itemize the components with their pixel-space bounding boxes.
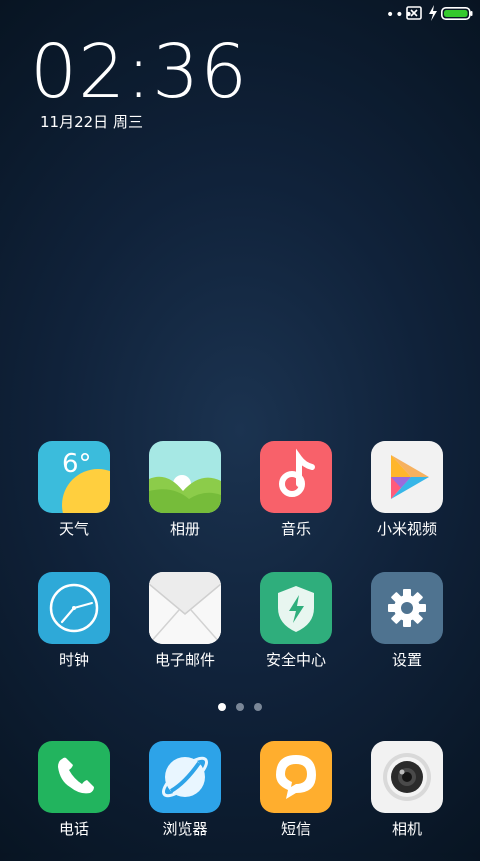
page-dot[interactable] — [236, 703, 244, 711]
app-settings[interactable]: 设置 — [352, 572, 462, 692]
app-security-center[interactable]: 安全中心 — [241, 572, 351, 692]
dock-app-phone[interactable]: 电话 — [19, 741, 129, 861]
home-clock-date: 11月22日 周三 — [40, 113, 143, 131]
app-label: 电子邮件 — [154, 651, 215, 669]
app-label: 电话 — [58, 820, 89, 838]
security-shield-icon — [260, 572, 332, 644]
app-label: 短信 — [280, 820, 311, 838]
app-label: 音乐 — [280, 520, 311, 538]
home-clock-time[interactable]: 02:36 — [30, 32, 248, 112]
app-label: 时钟 — [58, 651, 89, 669]
app-label: 安全中心 — [265, 651, 326, 669]
app-clock[interactable]: 时钟 — [19, 572, 129, 692]
settings-gear-icon — [371, 572, 443, 644]
page-dot[interactable] — [254, 703, 262, 711]
message-bubble-icon — [260, 741, 332, 813]
phone-icon — [38, 741, 110, 813]
dock-app-browser[interactable]: 浏览器 — [130, 741, 240, 861]
music-icon — [260, 441, 332, 513]
camera-icon — [371, 741, 443, 813]
app-label: 小米视频 — [376, 520, 437, 538]
app-label: 天气 — [58, 520, 89, 538]
battery-icon — [441, 7, 473, 20]
dock-app-camera[interactable]: 相机 — [352, 741, 462, 861]
app-email[interactable]: 电子邮件 — [130, 572, 240, 692]
page-dot-active[interactable] — [218, 703, 226, 711]
status-bar: ••• — [0, 0, 480, 28]
page-indicator[interactable] — [0, 703, 480, 713]
app-music[interactable]: 音乐 — [241, 441, 351, 561]
video-play-icon — [371, 441, 443, 513]
browser-icon — [149, 741, 221, 813]
app-label: 相机 — [391, 820, 422, 838]
weather-icon: 6° — [38, 441, 110, 513]
weather-temperature: 6° — [62, 449, 92, 479]
clock-icon — [38, 572, 110, 644]
app-mi-video[interactable]: 小米视频 — [352, 441, 462, 561]
app-label: 设置 — [391, 651, 422, 669]
app-label: 相册 — [169, 520, 200, 538]
dock-app-messages[interactable]: 短信 — [241, 741, 351, 861]
gallery-icon — [149, 441, 221, 513]
no-sim-icon — [406, 6, 422, 20]
app-weather[interactable]: 6° 天气 — [19, 441, 129, 561]
email-envelope-icon — [149, 572, 221, 644]
app-gallery[interactable]: 相册 — [130, 441, 240, 561]
charging-bolt-icon — [429, 5, 437, 21]
app-label: 浏览器 — [162, 820, 208, 838]
